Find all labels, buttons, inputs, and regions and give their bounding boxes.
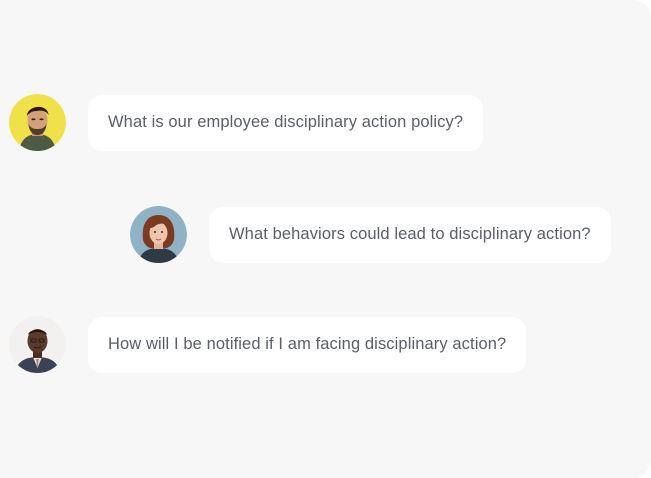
message-bubble-3: How will I be notified if I am facing di… xyxy=(88,316,527,373)
chat-message-3: How will I be notified if I am facing di… xyxy=(9,316,527,373)
message-bubble-2: What behaviors could lead to disciplinar… xyxy=(209,206,611,263)
chat-message-2: What behaviors could lead to disciplinar… xyxy=(130,206,611,263)
message-text: What behaviors could lead to disciplinar… xyxy=(229,225,591,243)
chat-message-1: What is our employee disciplinary action… xyxy=(9,94,484,151)
message-bubble-1: What is our employee disciplinary action… xyxy=(88,94,484,151)
message-text: How will I be notified if I am facing di… xyxy=(108,335,507,353)
avatar-man-suit-icon xyxy=(9,316,66,373)
message-text: What is our employee disciplinary action… xyxy=(108,113,464,131)
chat-panel: What is our employee disciplinary action… xyxy=(0,0,651,478)
avatar-man-yellow-bg-icon xyxy=(9,94,66,151)
avatar-woman-redhair-icon xyxy=(130,206,187,263)
